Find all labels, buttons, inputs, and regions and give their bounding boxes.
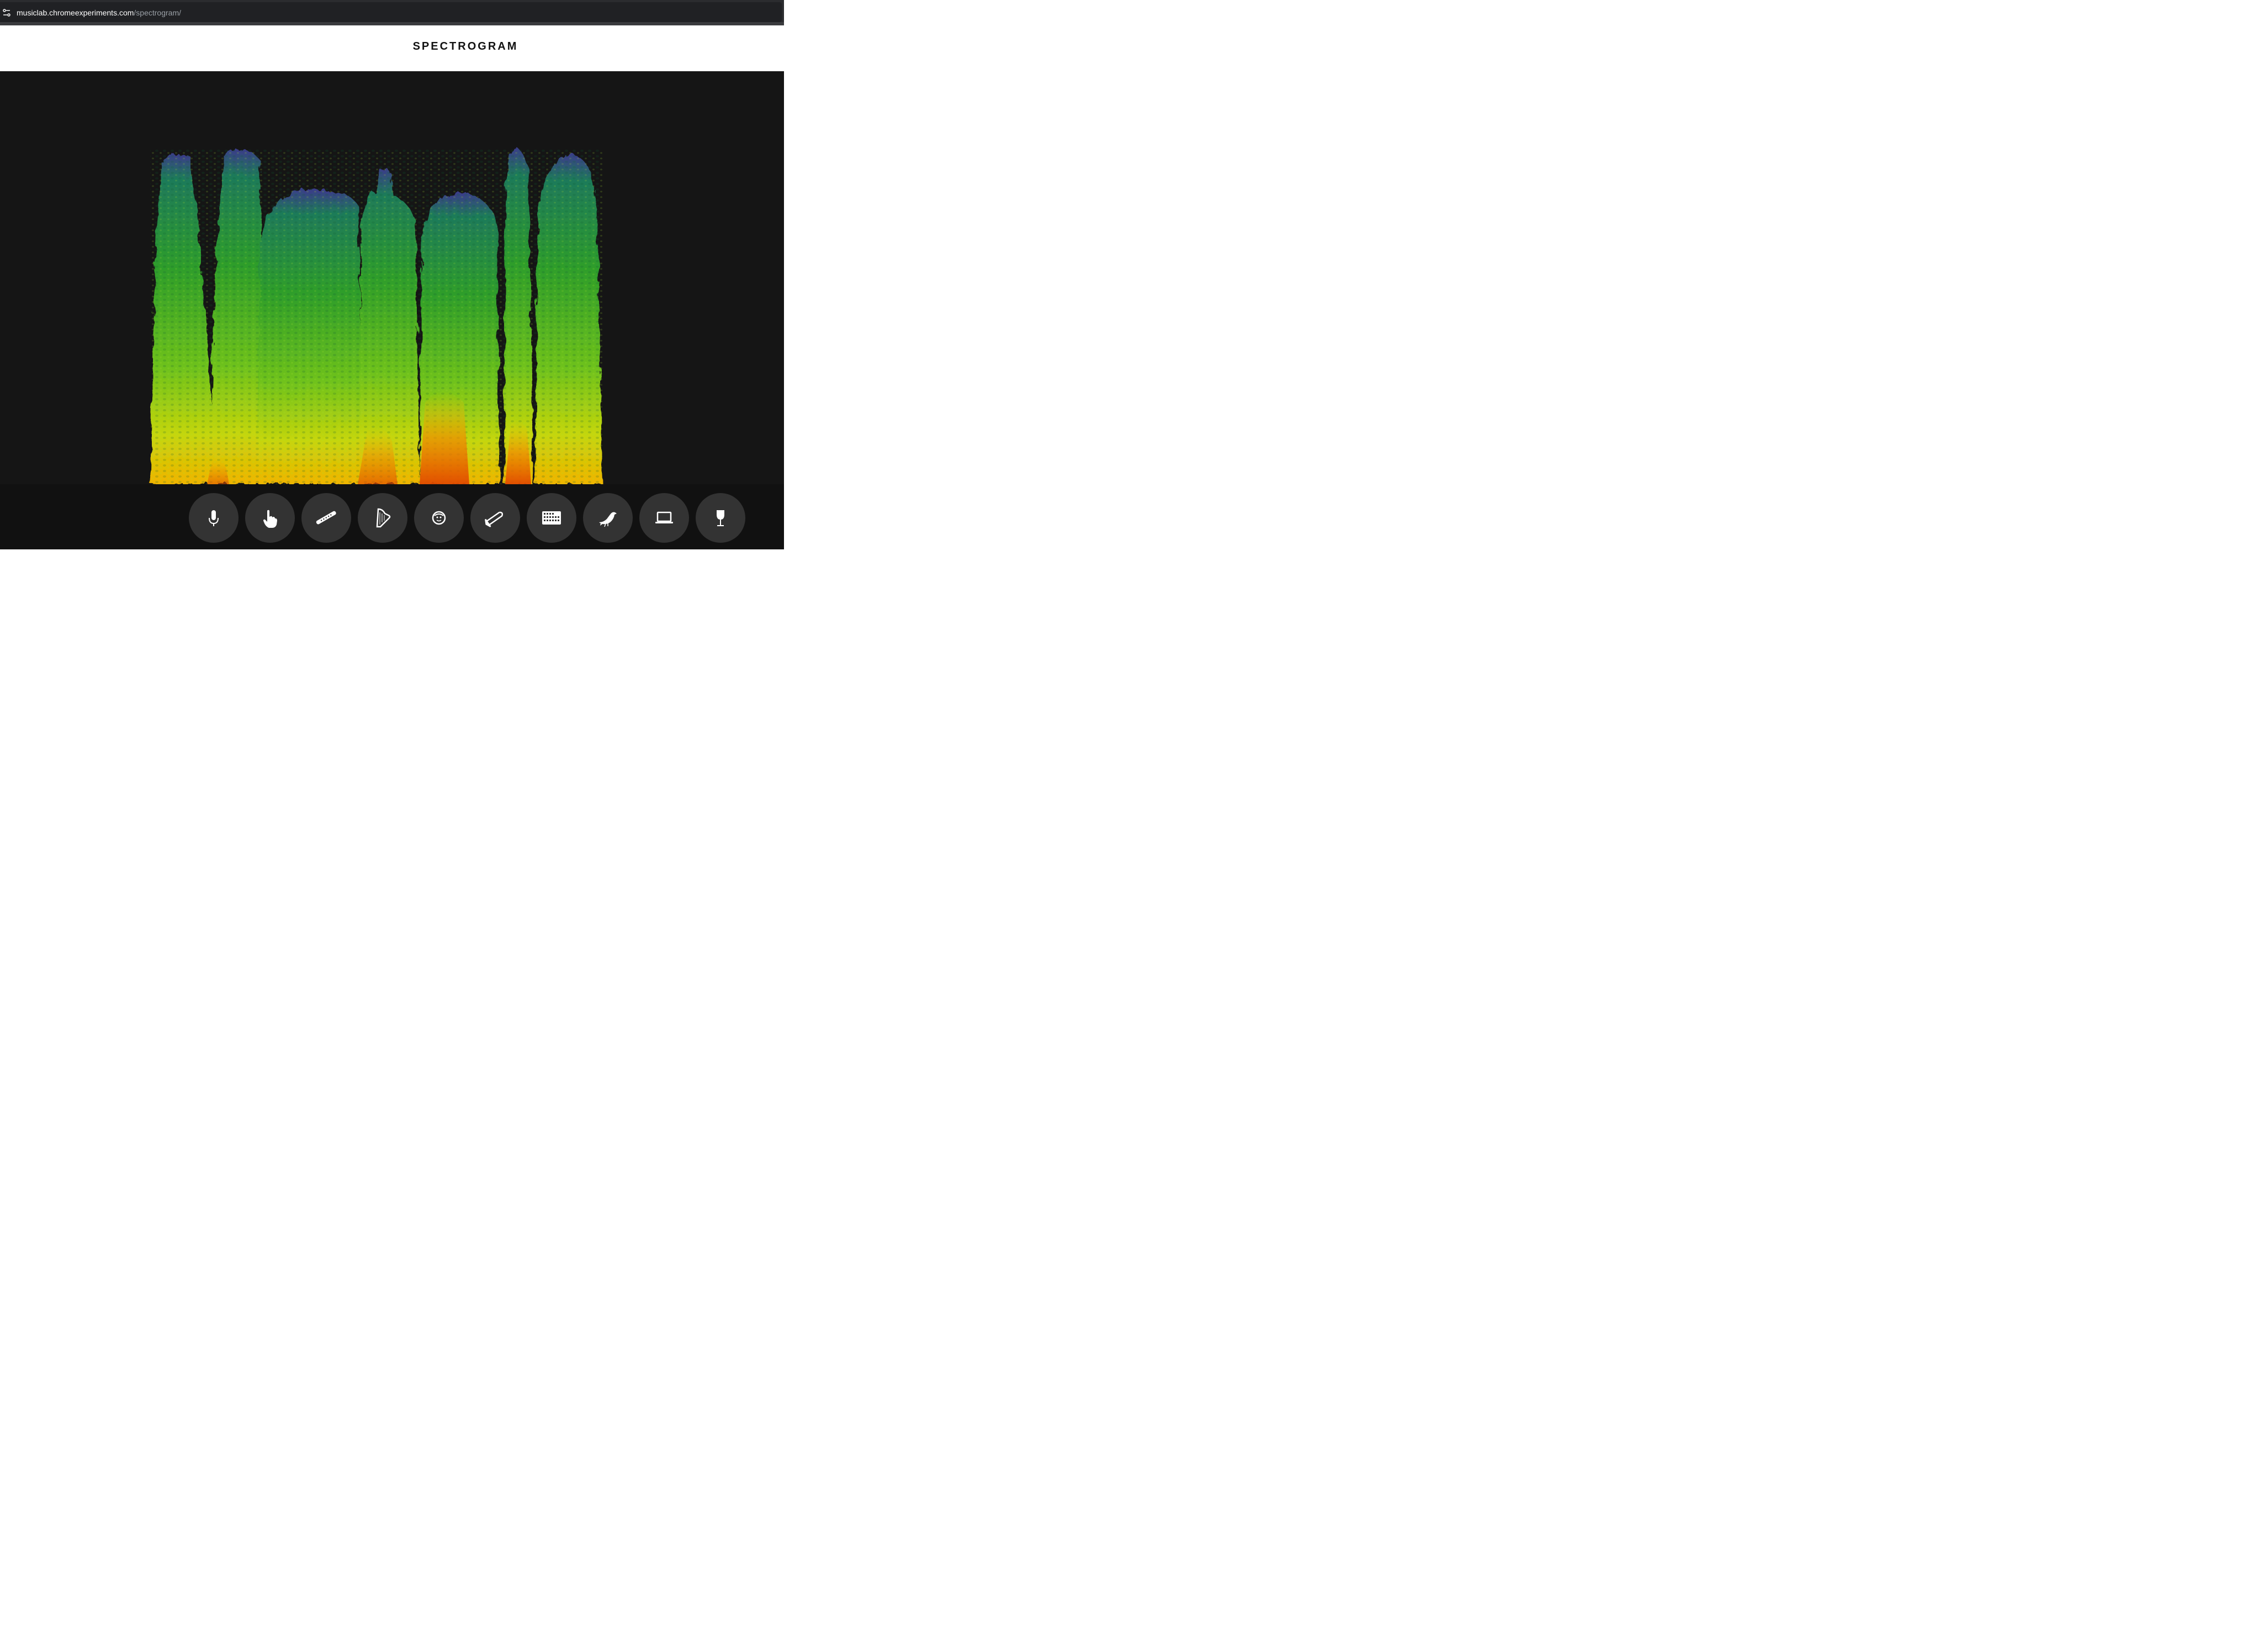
trombone-button[interactable] (470, 493, 520, 543)
harp-icon (376, 508, 391, 528)
instrument-toolbar (0, 484, 784, 549)
laptop-icon (655, 511, 673, 523)
microphone-button[interactable] (189, 493, 239, 543)
url-path: /spectrogram/ (134, 8, 181, 17)
harp-button[interactable] (358, 493, 407, 543)
bird-button[interactable] (583, 493, 633, 543)
voice-button[interactable] (414, 493, 464, 543)
computer-button[interactable] (639, 493, 689, 543)
url-host: musiclab.chromeexperiments.com (17, 8, 134, 17)
keyboard-button[interactable] (527, 493, 576, 543)
trombone-icon (485, 511, 504, 527)
url-text[interactable]: musiclab.chromeexperiments.com/spectrogr… (17, 8, 181, 17)
flute-icon (316, 511, 336, 525)
spectrogram-stage[interactable] (0, 71, 784, 549)
page-title: SPECTROGRAM (412, 40, 518, 52)
face-icon (432, 511, 446, 525)
tune-icon[interactable] (2, 8, 11, 17)
bird-icon (599, 512, 617, 527)
microphone-icon (209, 510, 219, 526)
page-header: SPECTROGRAM (0, 25, 784, 71)
wine-glass-button[interactable] (696, 493, 745, 543)
hand-pointer-icon (263, 510, 277, 528)
spectrogram-visualization[interactable] (0, 71, 784, 484)
browser-url-bar: musiclab.chromeexperiments.com/spectrogr… (0, 0, 784, 25)
keyboard-icon (542, 511, 561, 525)
address-field[interactable]: musiclab.chromeexperiments.com/spectrogr… (0, 2, 782, 22)
draw-button[interactable] (245, 493, 295, 543)
wine-glass-icon (717, 510, 724, 526)
flute-button[interactable] (301, 493, 351, 543)
